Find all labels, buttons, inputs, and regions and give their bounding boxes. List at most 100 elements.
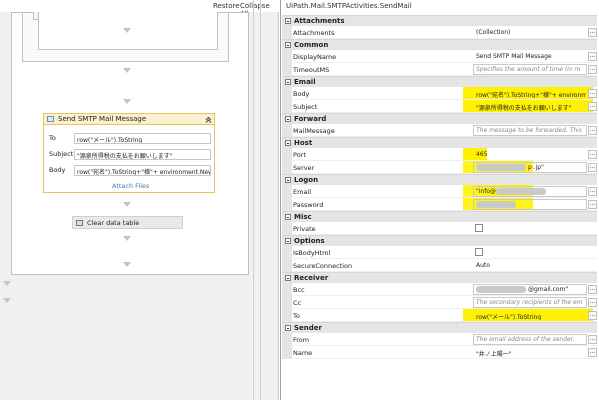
property-row-host-server[interactable]: Server p .jp"…	[282, 161, 597, 174]
property-checkbox[interactable]	[475, 248, 483, 256]
designer-toolbar: Restore Collapse All	[0, 0, 279, 18]
collapse-toggle-icon[interactable]	[285, 18, 291, 24]
property-name: Attachments	[293, 29, 335, 37]
subject-label: Subject	[49, 150, 74, 158]
collapse-toggle-icon[interactable]	[285, 140, 291, 146]
property-checkbox[interactable]	[475, 224, 483, 232]
category-label: Sender	[294, 324, 322, 332]
ellipsis-button[interactable]: …	[588, 150, 597, 159]
property-row-sender-name[interactable]: Name "井ノ上陽一"…	[282, 346, 597, 359]
ellipsis-button[interactable]: …	[588, 52, 597, 61]
ellipsis-button[interactable]: …	[588, 65, 597, 74]
property-value[interactable]: The message to be forwarded. This	[473, 125, 587, 136]
drop-arrow-icon	[3, 281, 11, 286]
property-value[interactable]: p .jp"	[473, 162, 587, 173]
splitter[interactable]	[253, 0, 254, 400]
property-row-attachments-attachments[interactable]: Attachments (Collection)…	[282, 26, 597, 39]
property-row-host-port[interactable]: Port 465…	[282, 148, 597, 161]
property-row-common-displayname[interactable]: DisplayName Send SMTP Mail Message…	[282, 50, 597, 63]
property-value[interactable]: The secondary recipients of the em	[473, 297, 587, 308]
property-value[interactable]: (Collection)	[473, 27, 587, 38]
category-host[interactable]: Host	[282, 137, 597, 148]
collapse-toggle-icon[interactable]	[285, 325, 291, 331]
collapse-toggle-icon[interactable]	[285, 177, 291, 183]
ellipsis-button[interactable]: …	[588, 163, 597, 172]
property-name: From	[293, 336, 310, 344]
send-smtp-mail-activity[interactable]: Send SMTP Mail Message To row("メール").ToS…	[43, 113, 215, 193]
property-value[interactable]: @gmail.com"	[473, 284, 587, 295]
property-name: TimeoutMS	[293, 66, 330, 74]
category-receiver[interactable]: Receiver	[282, 272, 597, 283]
workflow-designer[interactable]: Restore Collapse All Send SMTP Mail Mess…	[0, 0, 279, 400]
ellipsis-button[interactable]: …	[588, 102, 597, 111]
ellipsis-button[interactable]: …	[588, 200, 597, 209]
collapse-toggle-icon[interactable]	[285, 214, 291, 220]
property-name: Bcc	[293, 286, 305, 294]
property-row-logon-password[interactable]: Password…	[282, 198, 597, 211]
collapse-toggle-icon[interactable]	[285, 238, 291, 244]
collapse-toggle-icon[interactable]	[285, 42, 291, 48]
property-value[interactable]: "井ノ上陽一"	[473, 347, 587, 358]
category-sender[interactable]: Sender	[282, 322, 597, 333]
ellipsis-button[interactable]: …	[588, 335, 597, 344]
category-common[interactable]: Common	[282, 39, 597, 50]
collapse-toggle-icon[interactable]	[285, 79, 291, 85]
property-row-logon-email[interactable]: Email "info@…	[282, 185, 597, 198]
property-name: MailMessage	[293, 127, 335, 135]
category-options[interactable]: Options	[282, 235, 597, 246]
category-attachments[interactable]: Attachments	[282, 15, 597, 26]
property-row-misc-private[interactable]: Private	[282, 222, 597, 235]
clear-data-table-activity[interactable]: Clear data table	[72, 216, 183, 229]
category-email[interactable]: Email	[282, 76, 597, 87]
to-field[interactable]: row("メール").ToString	[74, 133, 211, 144]
restore-link[interactable]: Restore	[213, 2, 240, 10]
property-row-email-body[interactable]: Body row("宛名").ToString+"様"+ environme…	[282, 87, 597, 100]
property-grid[interactable]: Attachments Attachments (Collection)… Commo…	[281, 15, 599, 400]
property-value[interactable]: 465	[473, 149, 587, 160]
ellipsis-button[interactable]: …	[588, 187, 597, 196]
property-value[interactable]: row("宛名").ToString+"様"+ environme	[473, 88, 587, 99]
property-value[interactable]: Auto	[473, 260, 587, 271]
ellipsis-button[interactable]: …	[588, 126, 597, 135]
collapse-toggle-icon[interactable]	[285, 275, 291, 281]
ellipsis-button[interactable]: …	[588, 89, 597, 98]
property-name: DisplayName	[293, 53, 337, 61]
collapse-toggle-icon[interactable]	[285, 116, 291, 122]
property-row-sender-from[interactable]: From The email address of the sender.…	[282, 333, 597, 346]
property-value[interactable]: "源泉所得税の支払をお願いします"	[473, 101, 587, 112]
property-value[interactable]	[473, 199, 587, 210]
category-misc[interactable]: Misc	[282, 211, 597, 222]
splitter[interactable]	[260, 0, 261, 400]
property-row-receiver-bcc[interactable]: Bcc @gmail.com"…	[282, 283, 597, 296]
ellipsis-button[interactable]: …	[588, 285, 597, 294]
collapse-chevron-icon[interactable]	[205, 116, 212, 123]
subject-field[interactable]: "源泉所得税の支払をお願いします"	[74, 149, 211, 160]
property-value[interactable]: row("メール").ToString	[473, 310, 587, 321]
ellipsis-button[interactable]: …	[588, 298, 597, 307]
category-logon[interactable]: Logon	[282, 174, 597, 185]
attach-files-link[interactable]: Attach Files	[112, 182, 149, 190]
category-label: Logon	[294, 176, 319, 184]
ellipsis-button[interactable]: …	[588, 28, 597, 37]
ellipsis-button[interactable]: …	[588, 311, 597, 320]
property-name: To	[293, 312, 300, 320]
property-value[interactable]: The email address of the sender.	[473, 334, 587, 345]
body-field[interactable]: row("宛名").ToString+"様"+ environment.New	[74, 165, 211, 176]
property-value[interactable]: "info@	[473, 186, 587, 197]
properties-panel[interactable]: UiPath.Mail.SMTPActivities.SendMail Atta…	[280, 0, 599, 400]
property-row-email-subject[interactable]: Subject "源泉所得税の支払をお願いします"…	[282, 100, 597, 113]
property-row-options-secureconnection[interactable]: SecureConnection Auto	[282, 259, 597, 272]
property-row-receiver-cc[interactable]: Cc The secondary recipients of the em…	[282, 296, 597, 309]
property-name: Name	[293, 349, 313, 357]
property-row-forward-mailmessage[interactable]: MailMessage The message to be forwarded. …	[282, 124, 597, 137]
ellipsis-button[interactable]: …	[588, 348, 597, 357]
row-gutter	[282, 26, 292, 39]
property-value[interactable]: Send SMTP Mail Message	[473, 51, 587, 62]
row-gutter	[282, 333, 292, 346]
property-row-options-isbodyhtml[interactable]: IsBodyHtml	[282, 246, 597, 259]
property-value[interactable]: Specifies the amount of time (in m	[473, 64, 587, 75]
activity-header[interactable]: Send SMTP Mail Message	[44, 114, 214, 125]
property-row-receiver-to[interactable]: To row("メール").ToString…	[282, 309, 597, 322]
property-row-common-timeoutms[interactable]: TimeoutMS Specifies the amount of time (i…	[282, 63, 597, 76]
category-forward[interactable]: Forward	[282, 113, 597, 124]
